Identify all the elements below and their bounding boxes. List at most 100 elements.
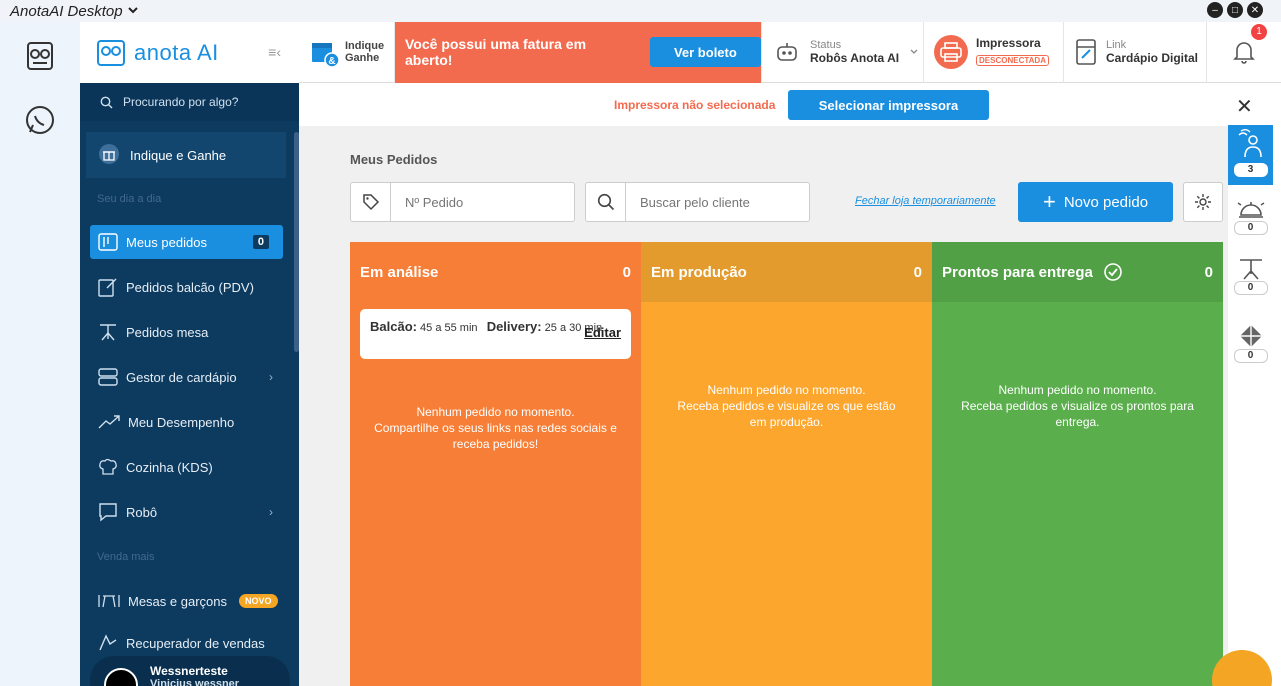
column-title: Em análise — [360, 263, 439, 281]
column-in-production: Em produção 0 Nenhum pedido no momento. … — [641, 242, 932, 686]
new-order-button[interactable]: + Novo pedido — [1018, 182, 1173, 222]
printer-warning-text: Impressora não selecionada — [614, 97, 776, 112]
user-name: Wessnerteste — [150, 664, 228, 678]
close-icon[interactable]: ✕ — [1236, 94, 1253, 119]
window-controls: – □ ✕ — [1207, 2, 1263, 18]
sidebar-item-invite[interactable]: Indique e Ganhe — [86, 132, 286, 178]
order-channels-rail: 3 0 0 0 — [1228, 125, 1273, 377]
minimize-icon[interactable]: – — [1207, 2, 1223, 18]
view-bill-button[interactable]: Ver boleto — [649, 37, 761, 67]
printer-status[interactable]: Impressora DESCONECTADA — [924, 21, 1064, 83]
sidebar-item-gestor-cardapio[interactable]: Gestor de cardápio › — [90, 360, 283, 394]
robots-status[interactable]: Status Robôs Anota AI — [762, 21, 924, 83]
sidebar-item-desempenho[interactable]: Meu Desempenho — [90, 405, 283, 439]
section-sell-label: Venda mais — [97, 551, 155, 563]
sidebar-item-recuperador[interactable]: Recuperador de vendas — [90, 626, 283, 660]
column-count: 0 — [913, 263, 922, 281]
empty-line: entrega. — [1055, 415, 1100, 429]
sidebar: anota AI ≡‹ Procurando por algo? Indique… — [80, 22, 299, 686]
link-value: Cardápio Digital — [1106, 51, 1199, 65]
anota-ai-app-icon[interactable] — [22, 38, 58, 74]
select-printer-button[interactable]: Selecionar impressora — [788, 90, 989, 120]
invoice-alert-text: Você possui uma fatura em aberto! — [405, 36, 587, 68]
printer-label: Impressora — [976, 36, 1041, 50]
column-header: Em produção 0 — [641, 242, 932, 302]
orders-icon — [98, 233, 118, 251]
sidebar-search[interactable]: Procurando por algo? — [80, 83, 299, 121]
recover-icon — [99, 634, 117, 651]
empty-line: receba pedidos! — [452, 437, 539, 451]
tag-icon — [351, 183, 391, 221]
user-profile[interactable]: Wessnerteste Vinicius wessner — [90, 656, 290, 686]
client-search — [585, 182, 810, 222]
empty-message: Nenhum pedido no momento. Receba pedidos… — [932, 382, 1223, 430]
empty-message: Nenhum pedido no momento. Receba pedidos… — [641, 382, 932, 430]
column-title: Prontos para entrega — [942, 263, 1093, 281]
column-header: Prontos para entrega 0 — [932, 242, 1223, 302]
empty-line: Nenhum pedido no momento. — [707, 383, 866, 397]
new-badge: NOVO — [239, 594, 278, 608]
close-window-icon[interactable]: ✕ — [1247, 2, 1263, 18]
search-icon — [100, 96, 113, 108]
column-title: Em produção — [651, 263, 747, 281]
sidebar-item-cozinha[interactable]: Cozinha (KDS) — [90, 450, 283, 484]
sidebar-item-label: Pedidos balcão (PDV) — [126, 279, 254, 295]
prep-time-card: Balcão: 45 a 55 min Delivery: 25 a 30 mi… — [360, 309, 631, 359]
collapse-sidebar-icon[interactable]: ≡‹ — [268, 44, 281, 60]
column-count: 0 — [622, 263, 631, 281]
user-subtitle: Vinicius wessner — [150, 678, 240, 686]
gear-icon — [1195, 194, 1211, 210]
sidebar-item-label: Meu Desempenho — [128, 414, 235, 430]
sidebar-item-pedidos-mesa[interactable]: Pedidos mesa — [90, 315, 283, 349]
app-rail — [0, 22, 80, 686]
sidebar-item-meus-pedidos[interactable]: Meus pedidos 0 — [90, 225, 283, 259]
status-value: Robôs Anota AI — [810, 51, 900, 65]
orders-count-badge: 0 — [252, 235, 269, 249]
trend-icon — [98, 415, 120, 429]
logo-text: anota AI — [134, 39, 219, 65]
table-icon — [1239, 259, 1262, 280]
anota-ai-logo-icon — [97, 39, 125, 66]
notification-count-badge: 1 — [1251, 23, 1267, 40]
close-store-link[interactable]: Fechar loja temporariamente — [855, 195, 996, 207]
sidebar-header: anota AI ≡‹ — [80, 22, 299, 83]
column-header: Em análise 0 — [350, 242, 641, 302]
order-number-input[interactable] — [391, 194, 571, 210]
app-title[interactable]: AnotaAI Desktop — [0, 3, 139, 20]
menu-manager-icon — [98, 368, 118, 386]
edit-time-link[interactable]: Editar — [584, 323, 621, 343]
digital-menu-link[interactable]: Link Cardápio Digital — [1064, 21, 1207, 83]
table-icon — [100, 324, 116, 341]
counter-time-value: 45 a 55 min — [420, 322, 478, 334]
sidebar-item-mesas-garcons[interactable]: Mesas e garçons NOVO — [90, 584, 283, 618]
new-order-label: Novo pedido — [1063, 193, 1149, 211]
other-channel[interactable]: 0 — [1228, 323, 1273, 363]
sidebar-item-label: Robô — [126, 504, 158, 520]
empty-line: em produção. — [749, 415, 824, 429]
sidebar-item-label: Recuperador de vendas — [126, 635, 265, 651]
link-label: Link — [1106, 39, 1127, 51]
chef-hat-icon — [99, 458, 117, 475]
invite-earn-button[interactable]: & Indique Ganhe — [299, 21, 395, 83]
delivery-channel[interactable]: 3 — [1228, 125, 1273, 185]
notifications-button[interactable]: 1 — [1207, 22, 1281, 83]
settings-button[interactable] — [1183, 182, 1223, 222]
check-circle-icon — [1104, 263, 1122, 281]
table-channel[interactable]: 0 — [1228, 257, 1273, 295]
printer-disconnected-badge: DESCONECTADA — [976, 55, 1049, 66]
invite-line-1: Indique — [345, 40, 385, 52]
chevron-down-icon — [127, 3, 139, 20]
client-search-input[interactable] — [626, 194, 806, 210]
empty-line: Receba pedidos e visualize os prontos pa… — [961, 399, 1194, 413]
whatsapp-icon[interactable] — [22, 102, 58, 138]
plus-icon: + — [1042, 189, 1056, 214]
status-label: Status — [810, 39, 842, 51]
printer-icon — [934, 35, 968, 69]
counter-channel[interactable]: 0 — [1228, 195, 1273, 235]
maximize-icon[interactable]: □ — [1227, 2, 1243, 18]
page-title: Meus Pedidos — [350, 152, 438, 167]
app-title-text: AnotaAI Desktop — [10, 2, 123, 20]
sidebar-item-pedidos-balcao[interactable]: Pedidos balcão (PDV) — [90, 270, 283, 304]
sidebar-item-robo[interactable]: Robô › — [90, 495, 283, 529]
edit-document-icon — [98, 278, 117, 297]
